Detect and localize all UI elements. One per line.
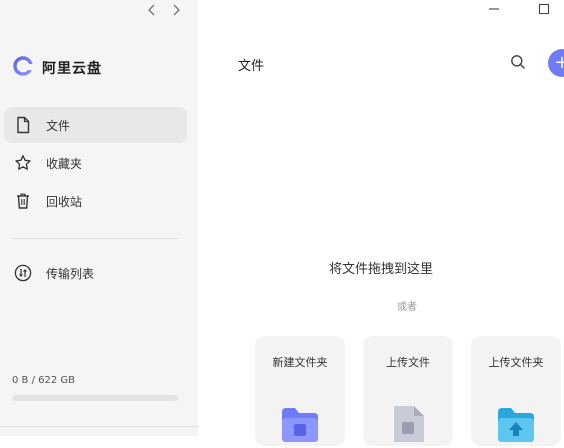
upload-folder-card[interactable]: 上传文件夹: [471, 336, 561, 446]
sidebar-item-label: 文件: [46, 118, 71, 133]
transfer-icon: [14, 264, 32, 282]
upload-folder-icon: [496, 404, 536, 448]
forward-icon[interactable]: [169, 2, 183, 18]
sidebar-item-label: 传输列表: [46, 266, 95, 281]
search-icon[interactable]: [510, 54, 526, 70]
trash-icon: [14, 192, 32, 210]
drop-zone-title: 将文件拖拽到这里: [328, 262, 433, 277]
or-separator: 或者: [397, 302, 417, 313]
plus-icon: +: [554, 52, 564, 73]
app-name: 阿里云盘: [42, 61, 102, 77]
sidebar-item-label: 收藏夹: [46, 156, 83, 171]
new-folder-card[interactable]: 新建文件夹: [255, 336, 345, 446]
sidebar-item-label: 回收站: [46, 194, 83, 209]
page-title: 文件: [238, 59, 265, 74]
add-button[interactable]: +: [548, 49, 564, 77]
app-logo: 阿里云盘: [12, 55, 102, 81]
sidebar-bottom-divider: [0, 426, 198, 427]
star-icon: [14, 154, 32, 172]
sidebar: 阿里云盘 文件 收藏夹 回收站 传输列表 0 B / 622 GB: [0, 0, 198, 436]
sidebar-item-trash[interactable]: 回收站: [4, 183, 187, 219]
upload-file-card[interactable]: 上传文件: [363, 336, 453, 446]
storage-usage-text: 0 B / 622 GB: [12, 375, 76, 386]
new-folder-icon: [280, 404, 320, 448]
sidebar-item-favorites[interactable]: 收藏夹: [4, 145, 187, 181]
window-controls: [488, 0, 550, 19]
main-panel: 文件 + 将文件拖拽到这里 或者 新建文件夹 上传文件 上传文件夹: [198, 0, 564, 446]
card-label: 上传文件夹: [488, 356, 544, 369]
minimize-icon[interactable]: [488, 0, 500, 19]
storage-progress-bar: [12, 395, 178, 401]
sidebar-divider: [12, 238, 178, 239]
history-nav: [145, 2, 183, 18]
upload-file-icon: [390, 404, 426, 448]
sidebar-item-files[interactable]: 文件: [4, 107, 187, 143]
sidebar-item-transfers[interactable]: 传输列表: [4, 255, 187, 291]
maximize-icon[interactable]: [538, 0, 550, 19]
back-icon[interactable]: [145, 2, 159, 18]
card-label: 新建文件夹: [272, 356, 328, 369]
file-icon: [14, 116, 32, 134]
logo-icon: [12, 55, 34, 81]
card-label: 上传文件: [386, 356, 430, 369]
